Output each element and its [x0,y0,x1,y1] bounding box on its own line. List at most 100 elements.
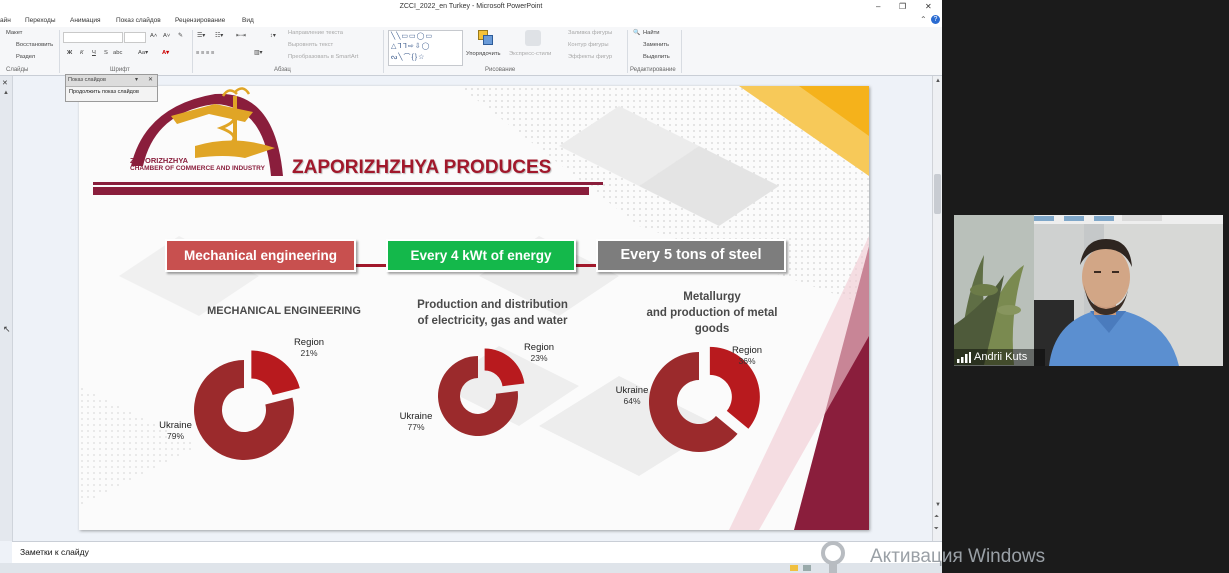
bold-button[interactable]: Ж [67,50,72,56]
scroll-down-icon[interactable]: ▼ [935,502,941,508]
tab-review[interactable]: Рецензирование [175,17,225,24]
continue-slideshow-link[interactable]: Продолжить показ слайдов [69,89,139,95]
region-pct: 23% [530,353,548,363]
select-button[interactable]: Выделить [643,54,670,60]
ukraine-pct: 79% [166,431,184,441]
region-pct: 21% [300,348,318,358]
view-normal-icon[interactable] [790,565,798,571]
shape-outline-button[interactable]: Контур фигуры [568,42,609,48]
slide-canvas[interactable]: ZAPORIZHZHYA CHAMBER OF COMMERCE AND IND… [79,86,869,530]
ukraine-label: Ukraine 77% [390,411,442,433]
region-label: Region 23% [508,342,570,364]
tab-transitions[interactable]: Переходы [25,17,56,24]
tab-slideshow[interactable]: Показ слайдов [116,17,161,24]
participant-nameplate: Andrii Kuts [954,349,1045,366]
window-title: ZCCI_2022_en Turkey - Microsoft PowerPoi… [399,3,543,10]
line-spacing-icon[interactable]: ↕▾ [270,33,276,39]
popup-title: Показ слайдов [68,77,106,83]
underline-button[interactable]: Ч [92,50,96,56]
close-pane-icon[interactable]: ✕ [2,79,8,87]
ukraine-label-text: Ukraine [159,420,192,431]
region-label-text: Region [523,342,555,353]
scroll-thumb[interactable] [934,174,941,214]
minimize-button[interactable]: – [876,2,880,11]
text-color-icon[interactable]: A▾ [162,50,169,56]
shapes-gallery[interactable]: ╲╲▭▭◯▭ △ᒣᒣ⇨⇩◯ ᔓ╲⌒{}☆ [388,30,463,66]
text-direction-button[interactable]: Направление текста [288,30,343,36]
arrange-icon [478,30,493,45]
font-color-button[interactable]: Aa▾ [138,50,148,56]
smartart-button[interactable]: Преобразовать в SmartArt [288,54,358,60]
close-button[interactable]: ✕ [925,2,932,11]
align-icons[interactable]: ≡ ≡ ≡ ≡ [196,50,214,56]
strikethrough-button[interactable]: abc [113,50,122,56]
status-bar [0,563,942,573]
region-label: Region 36% [717,345,777,367]
columns-icon[interactable]: ▥▾ [254,50,262,56]
vertical-scrollbar[interactable]: ▲ ▼ ⏶ ⏷ [932,76,942,541]
bullets-icon[interactable]: ☰▾ [197,33,205,39]
pane-scroll-up-icon[interactable]: ▲ [3,90,9,96]
slideshow-popup: Показ слайдов ▾ ✕ Продолжить показ слайд… [65,74,158,102]
find-button[interactable]: Найти [643,30,660,36]
quick-styles-icon [525,30,541,46]
font-group-label: Шрифт [110,67,130,73]
shapes-row-2-icon: △ᒣᒣ⇨⇩◯ [391,43,431,50]
donut-charts [193,346,760,460]
shadow-button[interactable]: S [104,50,108,56]
view-sorter-icon[interactable] [803,565,811,571]
replace-button[interactable]: Заменить [643,42,669,48]
signal-bars-icon [957,352,971,363]
region-label-text: Region [293,337,325,348]
powerpoint-window: ZCCI_2022_en Turkey - Microsoft PowerPoi… [0,0,942,573]
tab-file[interactable]: айн [0,17,11,24]
prev-slide-icon[interactable]: ⏶ [934,514,939,521]
font-name-field[interactable] [63,32,123,43]
help-icon[interactable]: ? [931,15,940,24]
font-size-field[interactable] [124,32,146,43]
collapse-ribbon-icon[interactable]: ⌃ [920,15,927,24]
ukraine-label-text: Ukraine [615,385,649,396]
webcam-video-tile[interactable]: Andrii Kuts [954,215,1223,366]
shape-effects-button[interactable]: Эффекты фигур [568,54,612,60]
slides-group-label: Слайды [6,67,29,73]
ukraine-label: Ukraine 79% [148,420,203,442]
popup-close-icon[interactable]: ✕ [148,76,153,83]
italic-button[interactable]: К [80,50,83,56]
slides-pane-collapsed[interactable]: ✕ ▲ ↖ [0,76,13,541]
webcam-video-frame [954,215,1223,366]
key-icon [821,541,845,573]
quick-styles-button[interactable]: Экспресс-стили [509,51,551,57]
restore-button[interactable]: ❐ [899,2,906,11]
ukraine-pct: 77% [407,422,425,432]
title-bar: ZCCI_2022_en Turkey - Microsoft PowerPoi… [0,0,942,15]
ribbon: Макет Восстановить Раздел Слайды A˄ A˅ ✎… [0,27,942,76]
tab-view[interactable]: Вид [242,17,254,24]
popup-menu-icon[interactable]: ▾ [135,76,138,83]
indent-icons[interactable]: ⇤⇥ [236,33,246,39]
arrange-button[interactable]: Упорядочить [466,51,501,57]
editing-group-label: Редактирование [630,67,676,73]
tab-animation[interactable]: Анимация [70,17,101,24]
align-text-button[interactable]: Выровнять текст [288,42,333,48]
notes-pane[interactable]: Заметки к слайду [12,541,942,564]
grow-font-button[interactable]: A˄ [150,33,157,39]
shrink-font-button[interactable]: A˅ [163,33,170,39]
find-icon: 🔍 [633,30,641,36]
scroll-up-icon[interactable]: ▲ [935,78,941,84]
mouse-cursor-icon: ↖ [3,324,11,334]
layout-button[interactable]: Макет [6,30,22,36]
region-pct: 36% [738,356,756,366]
participant-name: Andrii Kuts [974,351,1028,363]
next-slide-icon[interactable]: ⏷ [934,526,939,533]
section-button[interactable]: Раздел [16,54,35,60]
notes-placeholder: Заметки к слайду [20,547,89,557]
ukraine-label-text: Ukraine [399,411,433,422]
numbering-icon[interactable]: ☷▾ [215,33,223,39]
reset-button[interactable]: Восстановить [16,42,53,48]
ukraine-label: Ukraine 64% [607,385,657,407]
drawing-group-label: Рисование [485,67,516,73]
windows-activation-watermark: Активация Windows [870,546,1046,567]
clear-format-icon[interactable]: ✎ [178,33,183,39]
shape-fill-button[interactable]: Заливка фигуры [568,30,612,36]
